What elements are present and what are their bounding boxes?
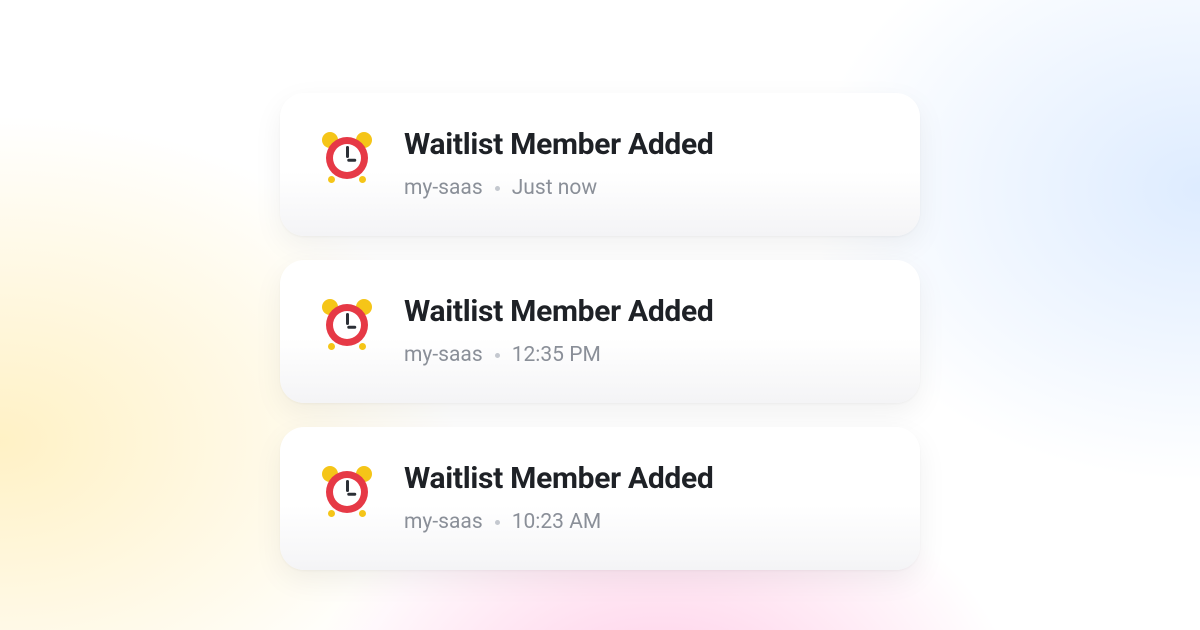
separator-dot	[495, 520, 500, 525]
notification-meta: my-saas 10:23 AM	[404, 510, 880, 534]
notification-time: Just now	[512, 176, 597, 200]
separator-dot	[495, 186, 500, 191]
notification-time: 10:23 AM	[512, 510, 602, 534]
notification-meta: my-saas 12:35 PM	[404, 343, 880, 367]
notification-source: my-saas	[404, 510, 483, 534]
notification-source: my-saas	[404, 343, 483, 367]
notification-title: Waitlist Member Added	[404, 294, 880, 329]
alarm-clock-icon	[320, 465, 374, 519]
alarm-clock-icon	[320, 131, 374, 185]
notification-time: 12:35 PM	[512, 343, 601, 367]
notification-title: Waitlist Member Added	[404, 461, 880, 496]
separator-dot	[495, 353, 500, 358]
notification-stack: Waitlist Member Added my-saas Just now W…	[280, 93, 920, 570]
notification-card[interactable]: Waitlist Member Added my-saas 10:23 AM	[280, 427, 920, 570]
notification-title: Waitlist Member Added	[404, 127, 880, 162]
notification-card[interactable]: Waitlist Member Added my-saas Just now	[280, 93, 920, 236]
alarm-clock-icon	[320, 298, 374, 352]
notification-meta: my-saas Just now	[404, 176, 880, 200]
notification-card[interactable]: Waitlist Member Added my-saas 12:35 PM	[280, 260, 920, 403]
notification-source: my-saas	[404, 176, 483, 200]
